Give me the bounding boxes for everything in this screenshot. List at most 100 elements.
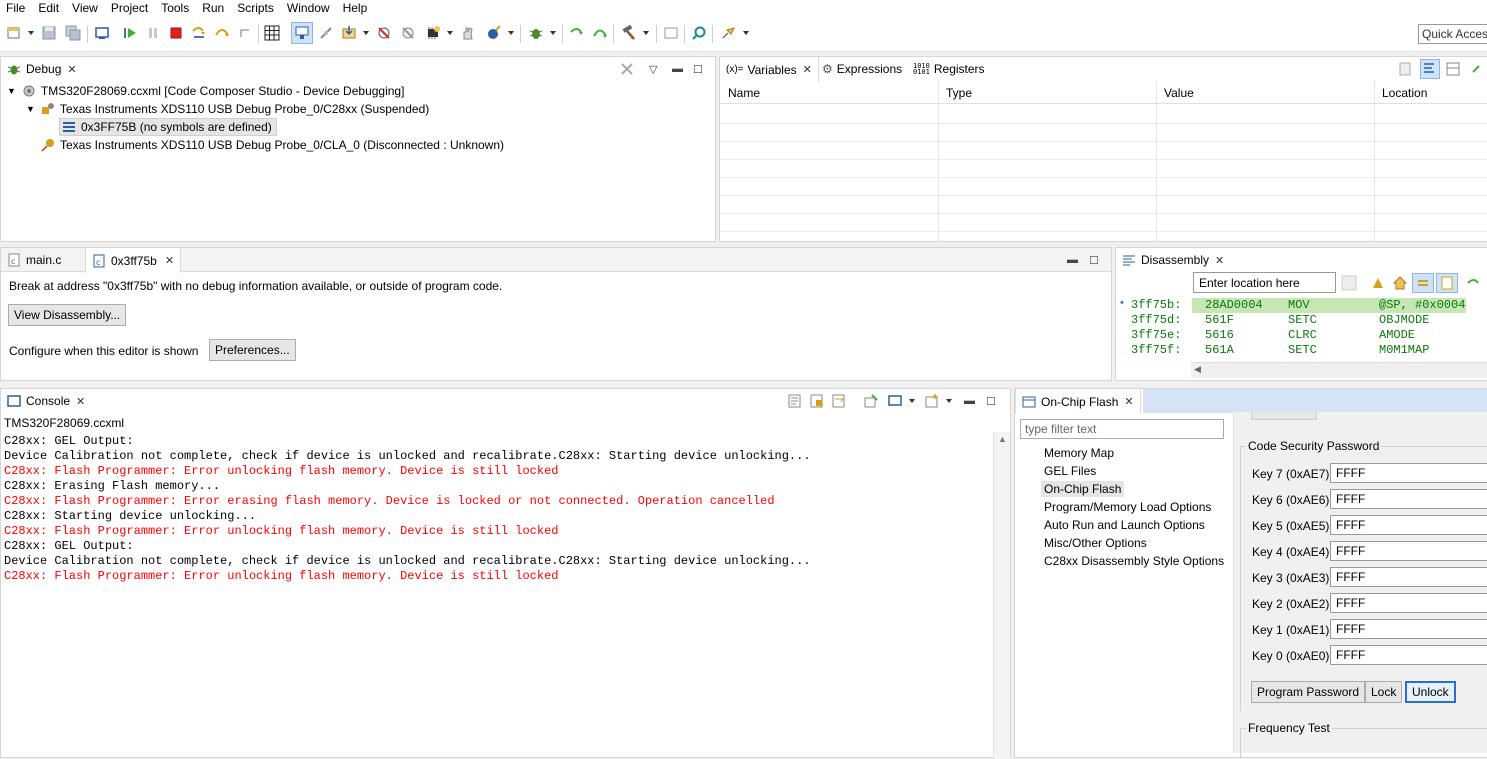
collapse-icon[interactable]: ▼ [26,104,35,114]
remove-breakpoints-icon[interactable] [399,24,417,42]
breakpoint-icon[interactable] [375,24,393,42]
close-icon[interactable]: ✕ [1215,254,1224,267]
display-console-icon[interactable] [887,393,903,412]
debug-view-icon[interactable] [93,24,111,42]
quick-access-input[interactable]: Quick Access [1418,24,1487,44]
hand-icon[interactable] [459,24,477,42]
lock-button[interactable]: Lock [1365,681,1403,703]
nav-program-memory-load-options[interactable]: Program/Memory Load Options [1044,500,1211,514]
key0-input[interactable]: FFFF [1330,645,1487,665]
minimize-icon[interactable]: ▬ [964,395,975,407]
resume-icon[interactable] [121,24,139,42]
show-source-icon[interactable] [1436,273,1458,293]
save-all-icon[interactable] [64,24,82,42]
new-dropdown-icon[interactable] [28,31,34,35]
tab-disassembly[interactable]: Disassembly ✕ [1116,248,1230,272]
key7-input[interactable]: FFFF [1330,463,1487,483]
bug-icon[interactable] [527,24,545,42]
clear-console-icon[interactable] [787,393,803,412]
vertical-scrollbar[interactable]: ▲ [993,432,1010,759]
collapse-all-icon[interactable] [1398,61,1414,80]
suspend-icon[interactable] [144,24,162,42]
bug-dropdown-icon[interactable] [550,31,556,35]
script-dropdown-icon[interactable] [508,31,514,35]
tree-item-c28xx[interactable]: ▼ Texas Instruments XDS110 USB Debug Pro… [26,100,429,118]
nav-memory-map[interactable]: Memory Map [1044,446,1114,460]
filter-input[interactable]: type filter text [1020,419,1224,439]
flash-chip-icon[interactable] [424,24,442,42]
view-menu-icon[interactable]: ▽ [649,63,657,76]
view-menu-icon[interactable] [1470,61,1486,80]
horizontal-scrollbar[interactable]: ◀ [1191,362,1487,378]
assembly-step-into-icon[interactable] [568,24,586,42]
nav-on-chip-flash[interactable]: On-Chip Flash [1041,481,1125,497]
tab-variables[interactable]: (x)= Variables ✕ [720,57,819,82]
connect-target-icon[interactable] [291,22,313,44]
menu-tools[interactable]: Tools [155,0,196,17]
remove-terminated-icon[interactable] [619,61,635,80]
disassembly-row[interactable]: 3ff75f: 561A SETC M0M1MAP [1116,343,1487,358]
maximize-icon[interactable]: ☐ [693,63,703,76]
build-dropdown-icon[interactable] [643,31,649,35]
load-program-icon[interactable] [340,24,358,42]
tree-item-ccxml[interactable]: ▼ TMS320F28069.ccxml [Code Composer Stud… [7,82,404,100]
tab-registers[interactable]: 1010 0101 Registers [907,57,991,81]
flash-dropdown-icon[interactable] [447,31,453,35]
show-type-names-icon[interactable] [1420,59,1440,79]
key3-input[interactable]: FFFF [1330,567,1487,587]
pin-icon[interactable] [719,24,737,42]
unlock-button[interactable]: Unlock [1405,681,1456,703]
console-icon[interactable] [662,24,680,42]
menu-scripts[interactable]: Scripts [231,0,281,17]
script-icon[interactable] [485,24,503,42]
disconnect-icon[interactable] [317,24,335,42]
key2-input[interactable]: FFFF [1330,593,1487,613]
collapse-icon[interactable]: ▼ [7,86,16,96]
step-icon[interactable] [1466,275,1482,294]
key1-input[interactable]: FFFF [1330,619,1487,639]
tree-item-stack-frame[interactable]: 0x3FF75B (no symbols are defined) [59,118,277,136]
step-into-icon[interactable] [190,24,208,42]
layout-icon[interactable] [1445,61,1461,80]
key6-input[interactable]: FFFF [1330,489,1487,509]
close-icon[interactable]: ✕ [1124,395,1133,408]
nav-c28xx-disassembly-style-options[interactable]: C28xx Disassembly Style Options [1044,554,1224,568]
close-icon[interactable]: ✕ [67,63,76,76]
console-output[interactable]: C28xx: GEL Output: Device Calibration no… [1,432,991,759]
display-console-dropdown-icon[interactable] [909,399,915,403]
tree-item-cla[interactable]: Texas Instruments XDS110 USB Debug Probe… [41,136,504,154]
menu-run[interactable]: Run [196,0,231,17]
memory-grid-icon[interactable] [263,24,281,42]
close-icon[interactable]: ✕ [803,63,812,76]
nav-misc-other-options[interactable]: Misc/Other Options [1044,536,1147,550]
menu-view[interactable]: View [66,0,105,17]
disassembly-row[interactable]: 3ff75d: 561F SETC OBJMODE [1116,313,1487,328]
step-return-icon[interactable] [236,24,254,42]
go-icon[interactable] [1341,275,1357,294]
pin-dropdown-icon[interactable] [743,31,749,35]
word-wrap-icon[interactable] [831,393,847,412]
tab-console[interactable]: Console ✕ [1,389,91,413]
menu-window[interactable]: Window [281,0,337,17]
build-hammer-icon[interactable] [620,24,638,42]
link-icon[interactable] [1370,275,1386,294]
minimize-icon[interactable]: ▬ [672,63,683,75]
menu-file[interactable]: File [0,0,32,17]
key4-input[interactable]: FFFF [1330,541,1487,561]
preferences-button[interactable]: Preferences... [209,339,296,361]
tab-main-c[interactable]: c main.c [1,248,67,272]
view-disassembly-button[interactable]: View Disassembly... [8,304,127,326]
close-icon[interactable]: ✕ [76,395,85,408]
scroll-lock-icon[interactable] [809,393,825,412]
menu-help[interactable]: Help [337,0,375,17]
maximize-icon[interactable]: ☐ [1089,254,1099,267]
program-password-button[interactable]: Program Password [1251,681,1366,703]
scroll-up-icon[interactable]: ▲ [998,434,1007,444]
load-dropdown-icon[interactable] [363,31,369,35]
tab-on-chip-flash[interactable]: On-Chip Flash ✕ [1015,389,1141,414]
tab-expressions[interactable]: ⚙ Expressions [816,57,908,81]
search-icon[interactable] [690,24,708,42]
key5-input[interactable]: FFFF [1330,515,1487,535]
nav-auto-run-launch-options[interactable]: Auto Run and Launch Options [1044,518,1205,532]
step-over-icon[interactable] [213,24,231,42]
